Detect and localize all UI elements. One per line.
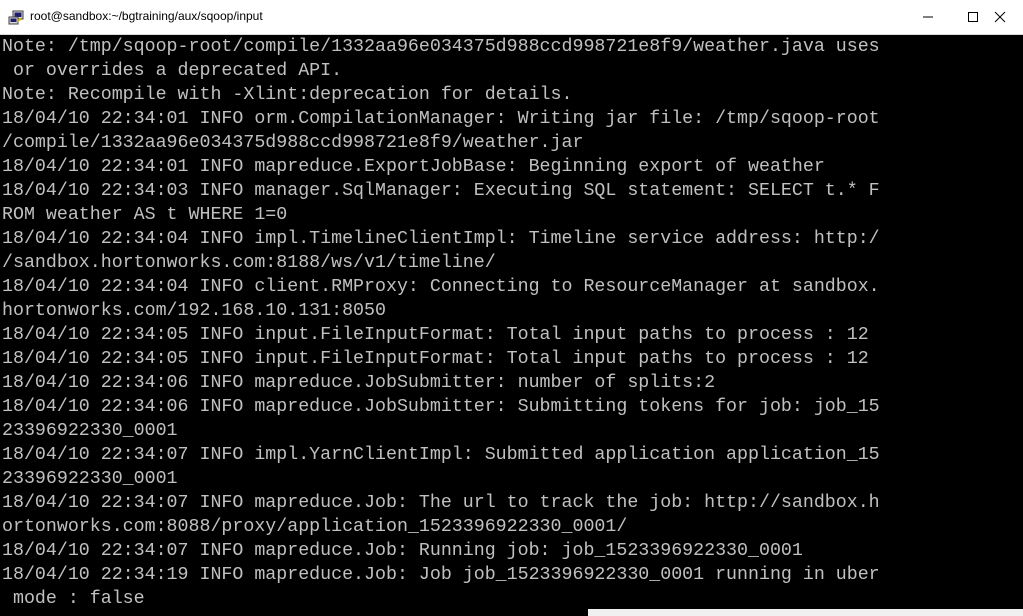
terminal-line: 18/04/10 22:34:04 INFO client.RMProxy: C… <box>2 277 880 297</box>
terminal-line: 18/04/10 22:34:07 INFO impl.YarnClientIm… <box>2 445 880 465</box>
terminal-line: 18/04/10 22:34:19 INFO mapreduce.Job: Jo… <box>2 565 880 585</box>
terminal-line: 18/04/10 22:34:06 INFO mapreduce.JobSubm… <box>2 373 716 393</box>
terminal-line: mode : false <box>2 589 145 609</box>
terminal-line: 18/04/10 22:34:03 INFO manager.SqlManage… <box>2 181 880 201</box>
terminal-line: 18/04/10 22:34:01 INFO mapreduce.ExportJ… <box>2 157 825 177</box>
terminal-line: 18/04/10 22:34:05 INFO input.FileInputFo… <box>2 349 869 369</box>
terminal-line: 18/04/10 22:34:04 INFO impl.TimelineClie… <box>2 229 880 249</box>
title-bar[interactable]: root@sandbox:~/bgtraining/aux/sqoop/inpu… <box>0 0 1023 35</box>
terminal-line: ROM weather AS t WHERE 1=0 <box>2 205 288 225</box>
terminal-line: 18/04/10 22:34:05 INFO input.FileInputFo… <box>2 325 869 345</box>
window-title: root@sandbox:~/bgtraining/aux/sqoop/inpu… <box>30 9 263 23</box>
overlay-artifact <box>588 609 1023 616</box>
terminal-output[interactable]: Note: /tmp/sqoop-root/compile/1332aa96e0… <box>0 35 1023 616</box>
minimize-button[interactable] <box>905 0 951 34</box>
close-icon <box>994 11 1006 23</box>
terminal-line: or overrides a deprecated API. <box>2 61 343 81</box>
terminal-line: 18/04/10 22:34:01 INFO orm.CompilationMa… <box>2 109 880 129</box>
close-button[interactable] <box>977 0 1023 34</box>
terminal-line: ortonworks.com:8088/proxy/application_15… <box>2 517 628 537</box>
terminal-window: root@sandbox:~/bgtraining/aux/sqoop/inpu… <box>0 0 1023 616</box>
minimize-icon <box>923 16 933 18</box>
terminal-line: 18/04/10 22:34:07 INFO mapreduce.Job: Th… <box>2 493 880 513</box>
terminal-line: 23396922330_0001 <box>2 469 178 489</box>
terminal-line: 18/04/10 22:34:07 INFO mapreduce.Job: Ru… <box>2 541 803 561</box>
terminal-line: Note: Recompile with -Xlint:deprecation … <box>2 85 573 105</box>
terminal-line: /sandbox.hortonworks.com:8188/ws/v1/time… <box>2 253 496 273</box>
putty-icon[interactable] <box>8 10 24 26</box>
terminal-line: 23396922330_0001 <box>2 421 178 441</box>
terminal-line: /compile/1332aa96e034375d988ccd998721e8f… <box>2 133 584 153</box>
terminal-line: hortonworks.com/192.168.10.131:8050 <box>2 301 386 321</box>
terminal-line: Note: /tmp/sqoop-root/compile/1332aa96e0… <box>2 37 880 57</box>
terminal-line: 18/04/10 22:34:06 INFO mapreduce.JobSubm… <box>2 397 880 417</box>
